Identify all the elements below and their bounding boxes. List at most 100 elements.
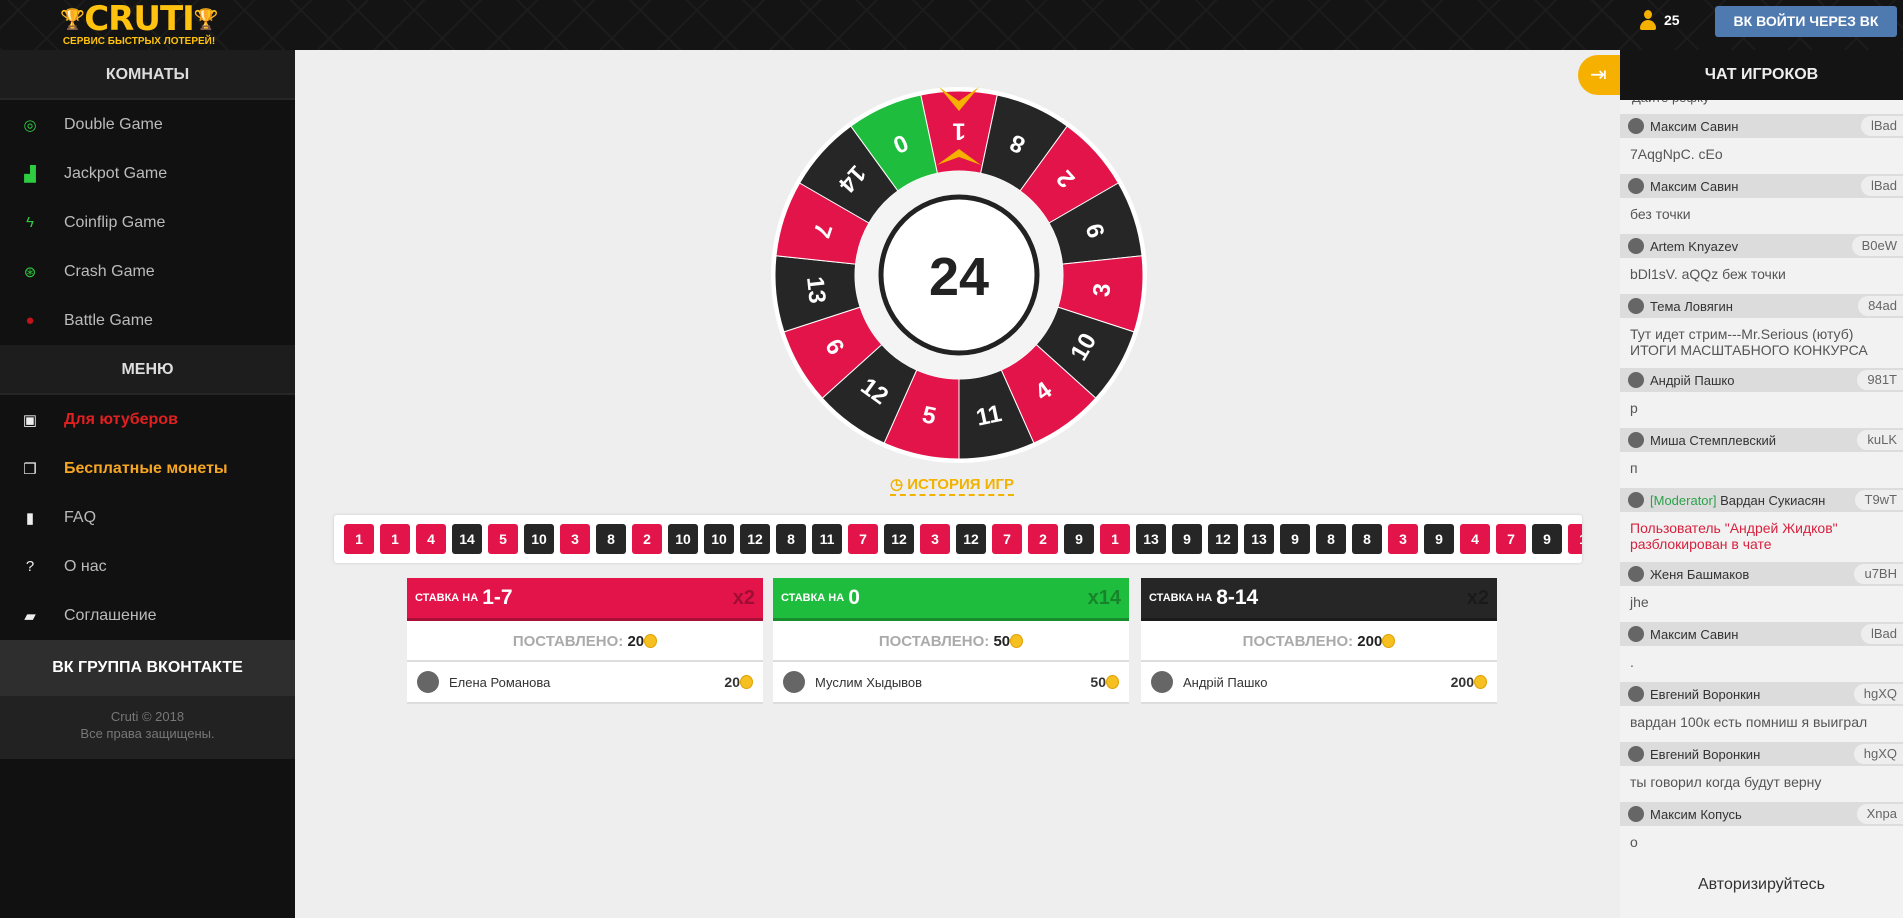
chat-username: Вардан Сукиасян — [1720, 492, 1826, 508]
bolt-icon: ϟ — [26, 214, 34, 231]
chat-user-row: Artem Knyazev B0eW — [1620, 234, 1903, 258]
avatar[interactable] — [1628, 178, 1644, 194]
bet-panel-black: СТАВКА НА 8-14 x2 ПОСТАВЛЕНО: 200 Андрій П… — [1141, 578, 1497, 704]
avatar[interactable] — [1628, 626, 1644, 642]
sidebar-item-label: Jackpot Game — [64, 164, 168, 182]
history-cell: 13 — [1136, 524, 1166, 554]
bet-range: 0 — [848, 586, 860, 609]
trophy-icon: 🏆 — [60, 7, 85, 31]
rights-text: Все права защищены. — [80, 726, 215, 741]
bet-button[interactable]: СТАВКА НА 8-14 x2 — [1141, 578, 1497, 621]
bet-total: ПОСТАВЛЕНО: 50 — [773, 621, 1129, 662]
chat-user-row: Максим Савин lBad — [1620, 114, 1903, 138]
sidebar-item-label: Для ютуберов — [64, 410, 178, 428]
wheel-current-number: 24 — [929, 247, 989, 307]
coin-icon — [1382, 634, 1396, 648]
chat-user-tag: Xnpa — [1856, 804, 1903, 824]
avatar[interactable] — [1628, 566, 1644, 582]
history-cell: 3 — [920, 524, 950, 554]
coin-icon — [1474, 675, 1487, 689]
logo-text: CRUTI — [84, 0, 195, 39]
bet-range: 1-7 — [482, 586, 513, 609]
wheel-number: 13 — [801, 275, 831, 304]
avatar[interactable] — [1628, 298, 1644, 314]
player-amount: 200 — [1450, 674, 1474, 690]
avatar — [783, 671, 805, 693]
sidebar-item-соглашение[interactable]: ▰ Соглашение — [0, 591, 295, 640]
wheel-number: 3 — [1088, 282, 1116, 298]
chat-username: Евгений Воронкин — [1650, 746, 1761, 762]
logo[interactable]: 🏆CRUTI🏆 СЕРВИС БЫСТРЫХ ЛОТЕРЕЙ! — [48, 2, 230, 48]
sidebar-item-label: Crash Game — [64, 262, 155, 280]
chat-user-row: Женя Башмаков u7BH — [1620, 562, 1903, 586]
auth-prompt[interactable]: Авторизируйтесь — [1620, 876, 1903, 894]
chat-user-row: Максим Савин lBad — [1620, 622, 1903, 646]
bet-button[interactable]: СТАВКА НА 1-7 x2 — [407, 578, 763, 621]
sidebar-item-бесплатные-монеты[interactable]: ❒ Бесплатные монеты — [0, 444, 295, 493]
chat-message-text: Тут идет стрим---Mr.Serious (ютуб) ИТОГИ… — [1630, 326, 1868, 358]
coin-icon — [644, 634, 658, 648]
vk-icon: ВК — [1733, 13, 1757, 29]
history-cell: 4 — [1460, 524, 1490, 554]
avatar[interactable] — [1628, 492, 1644, 508]
chat-message-text: jhe — [1630, 594, 1649, 610]
sidebar-item-double-game[interactable]: ◎ Double Game — [0, 100, 295, 149]
bet-panel-green: СТАВКА НА 0 x14 ПОСТАВЛЕНО: 50 Муслим Хыды… — [773, 578, 1129, 704]
chat-username: Максим Савин — [1650, 178, 1739, 194]
book-icon: ▰ — [24, 607, 36, 625]
avatar[interactable] — [1628, 118, 1644, 134]
total-value: 20 — [627, 633, 645, 650]
avatar[interactable] — [1628, 432, 1644, 448]
sidebar-item-battle-game[interactable]: ● Battle Game — [0, 296, 295, 345]
chat-panel: ЧАТ ИГРОКОВ Дайте рефку Максим СавинlBad… — [1620, 50, 1903, 918]
chat-message-text: bDl1sV. aQQz беж точки — [1630, 266, 1786, 282]
chat-user-tag: 981T — [1857, 370, 1903, 390]
chat-message-text: ты говорил когда будут верну — [1630, 774, 1822, 790]
clock-icon: ◷ — [890, 476, 908, 493]
sidebar-item-crash-game[interactable]: ⊛ Crash Game — [0, 247, 295, 296]
history-cell: 3 — [1388, 524, 1418, 554]
avatar[interactable] — [1628, 746, 1644, 762]
sidebar-item-label: Battle Game — [64, 311, 153, 329]
sidebar-item-faq[interactable]: ▮ FAQ — [0, 493, 295, 542]
bet-total: ПОСТАВЛЕНО: 20 — [407, 621, 763, 662]
history-cell: 9 — [1532, 524, 1562, 554]
chat-message-text: р — [1630, 400, 1638, 416]
chat-user-tag: kuLK — [1857, 430, 1903, 450]
total-label: ПОСТАВЛЕНО: — [878, 633, 990, 650]
history-cell: 1 — [380, 524, 410, 554]
menu-heading: МЕНЮ — [0, 345, 295, 395]
chat-username: Artem Knyazev — [1650, 238, 1739, 254]
history-cell: 12 — [1208, 524, 1238, 554]
bet-prefix: СТАВКА НА — [1149, 592, 1213, 604]
bet-button[interactable]: СТАВКА НА 0 x14 — [773, 578, 1129, 621]
chat-user-row: Евгений Воронкин hgXQ — [1620, 742, 1903, 766]
avatar — [417, 671, 439, 693]
vk-group-link[interactable]: ВК ГРУППА ВКОНТАКТЕ — [0, 640, 295, 696]
avatar[interactable] — [1628, 238, 1644, 254]
avatar[interactable] — [1628, 806, 1644, 822]
chat-user-tag: lBad — [1860, 624, 1903, 644]
avatar[interactable] — [1628, 372, 1644, 388]
history-cell: 8 — [1316, 524, 1346, 554]
footer: Cruti © 2018 Все права защищены. — [0, 696, 295, 759]
coin-icon — [1010, 634, 1024, 648]
history-cell: 10 — [704, 524, 734, 554]
bet-prefix: СТАВКА НА — [415, 592, 479, 604]
chat-user-row: Миша Стемплевский kuLK — [1620, 428, 1903, 452]
history-cell: 12 — [956, 524, 986, 554]
history-link[interactable]: ◷ ИСТОРИЯ ИГР — [890, 475, 1014, 496]
sidebar-item-о-нас[interactable]: ? О нас — [0, 542, 295, 591]
history-cell: 7 — [992, 524, 1022, 554]
history-cell: 9 — [1172, 524, 1202, 554]
history-cell: 10 — [524, 524, 554, 554]
avatar[interactable] — [1628, 686, 1644, 702]
sidebar-item-coinflip-game[interactable]: ϟ Coinflip Game — [0, 198, 295, 247]
player-name: Муслим Хыдывов — [815, 674, 923, 690]
history-cell: 12 — [884, 524, 914, 554]
bet-range: 8-14 — [1216, 586, 1259, 609]
factory-icon: ▟ — [24, 165, 36, 183]
sidebar-item-для-ютуберов[interactable]: ▣ Для ютуберов — [0, 395, 295, 444]
vk-login-button[interactable]: ВК ВОЙТИ ЧЕРЕЗ ВК — [1715, 6, 1897, 37]
sidebar-item-jackpot-game[interactable]: ▟ Jackpot Game — [0, 149, 295, 198]
